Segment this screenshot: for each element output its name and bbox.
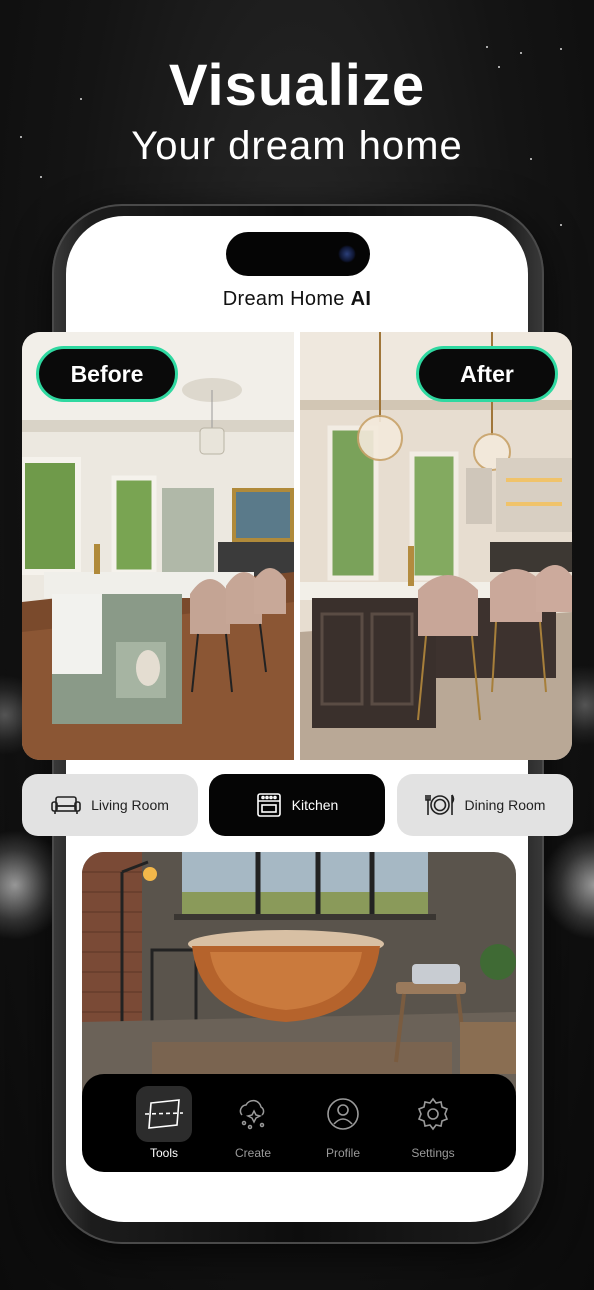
nav-tab-profile[interactable]: Profile [308, 1086, 378, 1166]
user-circle-icon [315, 1086, 371, 1142]
plate-cutlery-icon [424, 793, 455, 817]
after-badge: After [416, 346, 558, 402]
nav-tab-label: Create [234, 1146, 272, 1160]
nav-tab-label: Settings [411, 1146, 455, 1160]
headline-subtitle: Your dream home [131, 124, 463, 168]
room-chip-label: Kitchen [291, 797, 339, 813]
room-chip-label: Living Room [91, 797, 169, 813]
room-chip-kitchen[interactable]: Kitchen [209, 774, 385, 836]
front-camera [338, 245, 356, 263]
sofa-icon [51, 795, 81, 815]
nav-tab-create[interactable]: Create [218, 1086, 288, 1166]
scan-frame-icon [136, 1086, 192, 1142]
nav-tab-settings[interactable]: Settings [398, 1086, 468, 1166]
magic-cloud-icon [225, 1086, 281, 1142]
app-title: Dream Home AI [222, 288, 372, 310]
room-chip-label: Dining Room [464, 797, 546, 813]
gear-icon [405, 1086, 461, 1142]
before-badge: Before [36, 346, 178, 402]
headline-title: Visualize [168, 53, 426, 118]
nav-tab-tools[interactable]: Tools [129, 1086, 199, 1166]
room-chip-living-room[interactable]: Living Room [22, 774, 198, 836]
nav-tab-label: Profile [325, 1146, 360, 1160]
room-chip-dining-room[interactable]: Dining Room [397, 774, 573, 836]
stove-icon [256, 792, 282, 818]
nav-tab-label: Tools [149, 1146, 178, 1160]
